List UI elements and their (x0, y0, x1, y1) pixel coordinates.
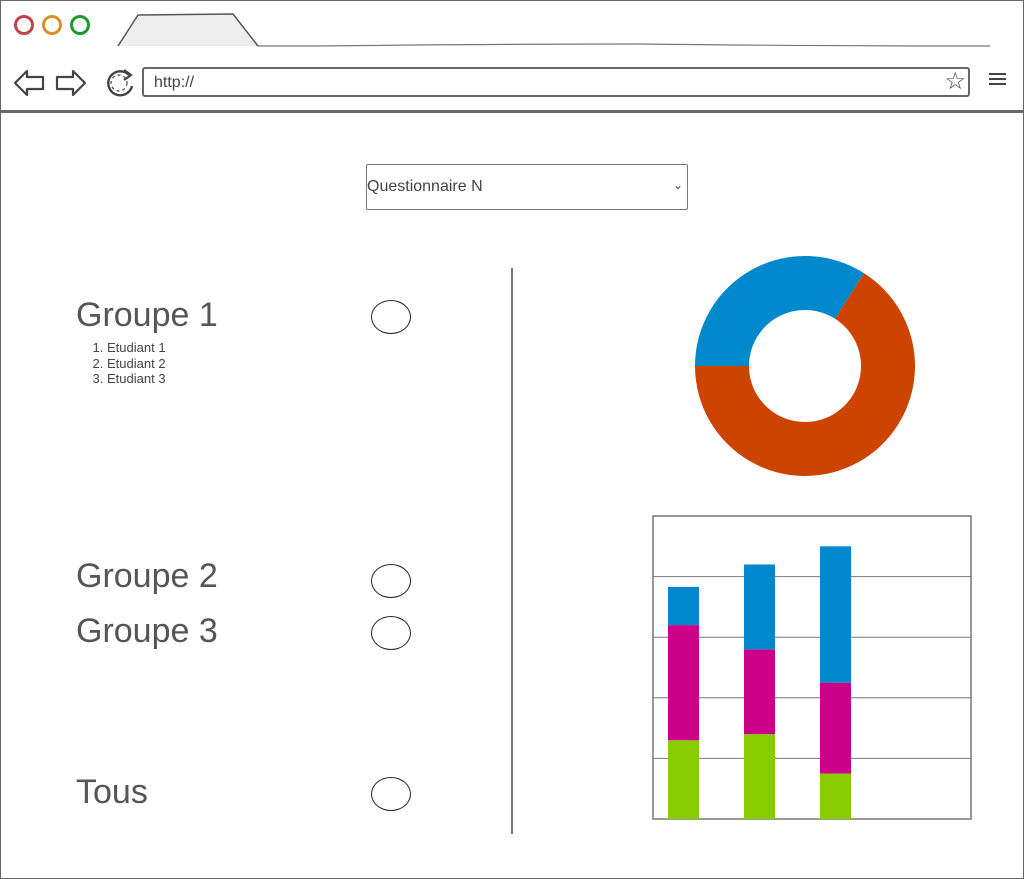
navigation-bar: http:// ☆ (0, 48, 1024, 113)
hamburger-menu-icon[interactable] (988, 71, 1008, 87)
bar-3-segment-3 (820, 546, 851, 683)
list-item: Etudiant 3 (107, 371, 166, 387)
bar-2-segment-2 (744, 649, 775, 735)
vertical-divider (511, 268, 513, 834)
bar-1-segment-2 (668, 625, 699, 741)
questionnaire-select[interactable]: Questionnaire N ⌄ (366, 164, 688, 210)
bar-3-segment-1 (820, 773, 851, 819)
group-1-radio[interactable] (371, 300, 411, 334)
bar-1-segment-3 (668, 586, 699, 626)
group-2-title: Groupe 2 (76, 557, 218, 595)
reload-icon[interactable] (102, 66, 138, 100)
all-groups-title: Tous (76, 773, 148, 811)
star-icon[interactable]: ☆ (944, 69, 966, 95)
group-3-radio[interactable] (371, 616, 411, 650)
forward-arrow-icon[interactable] (54, 66, 88, 100)
group-2-radio[interactable] (371, 564, 411, 598)
bar-3-segment-2 (820, 682, 851, 774)
browser-tab-strip (117, 13, 991, 47)
all-groups-radio[interactable] (371, 777, 411, 811)
bar-1-segment-1 (668, 740, 699, 819)
address-bar[interactable]: http:// ☆ (142, 67, 970, 97)
donut-slice-1 (695, 256, 864, 366)
group-3-title: Groupe 3 (76, 612, 218, 650)
list-item: Etudiant 2 (107, 356, 166, 372)
browser-tab[interactable] (117, 13, 259, 47)
back-arrow-icon[interactable] (12, 66, 46, 100)
stacked-bar-chart (652, 515, 972, 820)
chart-frame (652, 515, 972, 820)
questionnaire-select-value: Questionnaire N (367, 178, 483, 195)
bar-2-segment-3 (744, 564, 775, 650)
title-bar (0, 0, 1024, 48)
list-item: Etudiant 1 (107, 340, 166, 356)
url-text: http:// (154, 74, 195, 91)
bar-2-segment-1 (744, 734, 775, 819)
group-1-student-list: Etudiant 1 Etudiant 2 Etudiant 3 (92, 340, 166, 387)
group-1-title: Groupe 1 (76, 296, 218, 334)
donut-chart (695, 256, 915, 476)
chevron-down-icon: ⌄ (672, 178, 683, 192)
